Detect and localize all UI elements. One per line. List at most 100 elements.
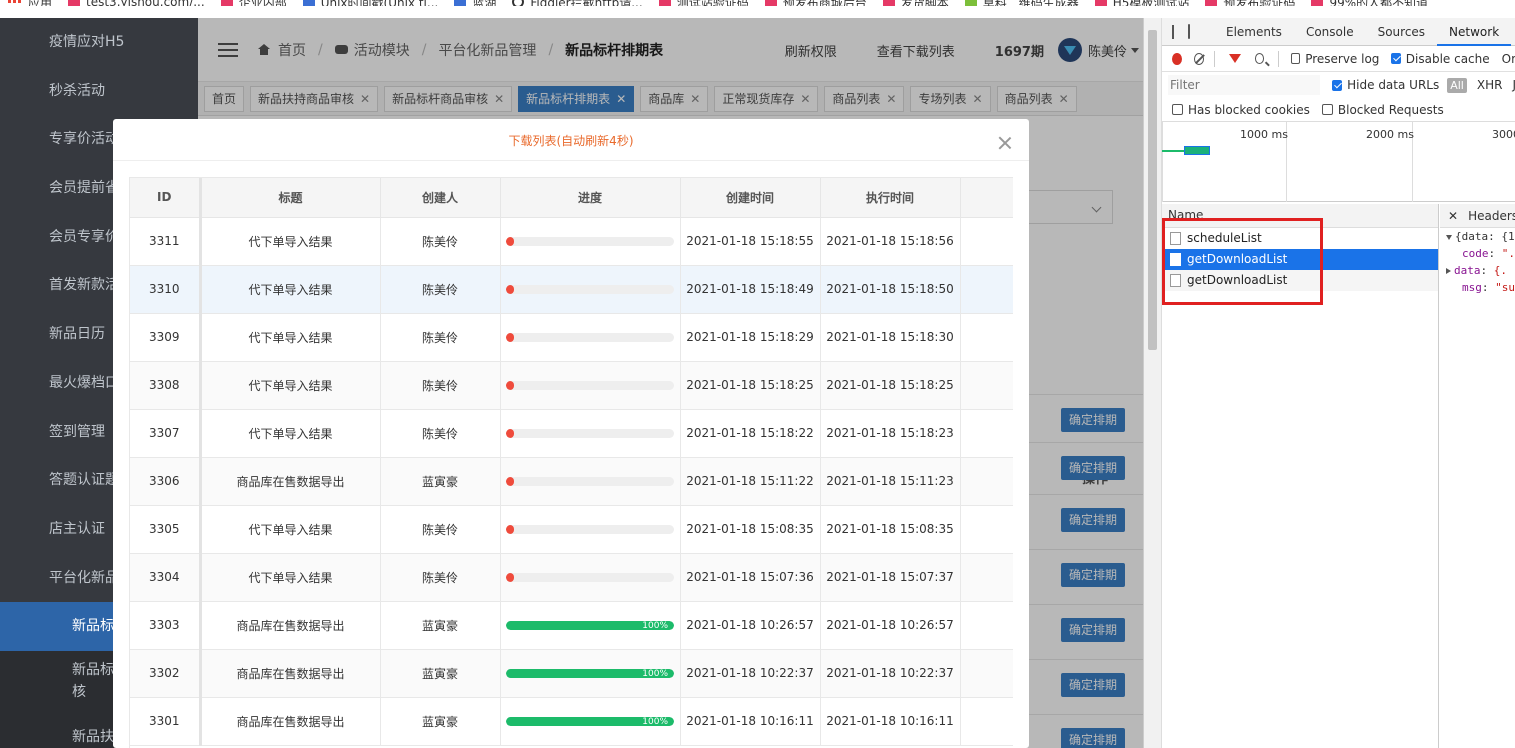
sidebar-item[interactable]: 秒杀活动 [0, 67, 198, 116]
devtools-tab[interactable]: Sources [1366, 18, 1437, 46]
filter-xhr-button[interactable]: XHR [1477, 78, 1503, 92]
breadcrumb-platform[interactable]: 平台化新品管理 [438, 40, 536, 60]
close-icon[interactable]: ✕ [1448, 209, 1458, 223]
chevron-down-icon[interactable] [1131, 47, 1139, 53]
avatar[interactable] [1057, 38, 1082, 62]
preserve-log-checkbox[interactable] [1290, 53, 1301, 64]
filter-input[interactable] [1168, 75, 1320, 95]
page-scrollbar[interactable] [1144, 18, 1162, 748]
close-icon[interactable]: ✕ [800, 92, 810, 106]
column-header[interactable]: 执行时间 [820, 178, 961, 218]
confirm-schedule-button[interactable]: 确定排期 [1061, 563, 1125, 587]
collapse-icon[interactable] [1446, 234, 1452, 240]
confirm-schedule-button[interactable]: 确定排期 [1061, 456, 1125, 480]
table-row[interactable]: 3304 代下单导入结果 陈美伶 2021-01-18 15:07:36 2021-01… [130, 553, 1013, 602]
devtools-tab[interactable]: Console [1294, 18, 1366, 46]
network-timeline[interactable]: 1000 ms 2000 ms 3000 [1162, 122, 1515, 202]
page-tab[interactable]: 新品标杆商品审核 ✕ [384, 85, 513, 112]
close-icon[interactable]: ✕ [360, 92, 370, 106]
breadcrumb-activity[interactable]: 活动模块 [354, 40, 410, 60]
bookmark-item[interactable]: H5模板测试站 [1087, 0, 1198, 6]
confirm-schedule-button[interactable]: 确定排期 [1061, 618, 1125, 642]
json-line[interactable]: msg: "su [1440, 279, 1515, 296]
bookmark-item[interactable]: 企业内部 [213, 0, 295, 6]
table-row[interactable]: 3310 代下单导入结果 陈美伶 2021-01-18 15:18:49 2021-01… [130, 265, 1013, 314]
confirm-schedule-button[interactable]: 确定排期 [1061, 508, 1125, 532]
table-row[interactable]: 3305 代下单导入结果 陈美伶 2021-01-18 15:08:35 2021-01… [130, 505, 1013, 554]
search-icon[interactable] [1254, 53, 1265, 64]
bookmark-item[interactable]: 预发布验证码 [1197, 0, 1303, 6]
column-header[interactable]: 创建时间 [680, 178, 821, 218]
confirm-schedule-button[interactable]: 确定排期 [1061, 728, 1125, 748]
refresh-permission-link[interactable]: 刷新权限 [785, 41, 837, 60]
bookmark-item[interactable]: 测试站验证码 [651, 0, 757, 6]
json-line[interactable]: code: ". [1440, 245, 1515, 262]
table-row[interactable]: 3302 商品库在售数据导出 蓝寅豪 100% 2021-01-18 10:22:37 2… [130, 649, 1013, 698]
table-row[interactable]: 3303 商品库在售数据导出 蓝寅豪 100% 2021-01-18 10:26:57 2… [130, 601, 1013, 650]
bookmark-item[interactable]: 99%的人都不知道 [1303, 0, 1436, 6]
hide-data-urls-checkbox[interactable] [1332, 79, 1343, 91]
record-icon[interactable] [1172, 52, 1182, 65]
device-toolbar-icon[interactable] [1188, 24, 1190, 39]
table-row[interactable]: 3311 代下单导入结果 陈美伶 2021-01-18 15:18:55 2021-01… [130, 217, 1013, 266]
page-tab[interactable]: 商品列表 ✕ [824, 85, 905, 112]
json-line[interactable]: {data: {1 [1440, 228, 1515, 245]
bookmark-item[interactable]: Unix时间戳(Unix ti... [295, 0, 447, 6]
bookmark-item[interactable]: 预发布商城后台 [757, 0, 875, 6]
clear-icon[interactable] [1193, 52, 1204, 65]
close-icon[interactable]: ✕ [494, 92, 504, 106]
expand-icon[interactable] [1446, 268, 1451, 274]
close-icon[interactable]: ✕ [1059, 92, 1069, 106]
menu-toggle-icon[interactable] [218, 42, 238, 57]
blocked-requests-checkbox[interactable] [1321, 104, 1333, 115]
bookmark-item[interactable]: 发货脚本 [875, 0, 957, 6]
page-tab[interactable]: 新品标杆排期表 ✕ [518, 85, 635, 112]
request-row[interactable]: scheduleList [1162, 228, 1438, 249]
page-tab[interactable]: 商品列表 ✕ [996, 85, 1077, 112]
page-tab[interactable]: 商品库 ✕ [640, 85, 709, 112]
user-name[interactable]: 陈美伶 [1088, 41, 1127, 60]
page-tab[interactable]: 正常现货库存 ✕ [714, 85, 819, 112]
json-line[interactable]: data: {. [1440, 262, 1515, 279]
filter-all-button[interactable]: All [1447, 77, 1467, 93]
request-row[interactable]: getDownloadList [1162, 249, 1438, 270]
close-icon[interactable]: ✕ [690, 92, 700, 106]
scrollbar-thumb[interactable] [1148, 30, 1157, 350]
column-header[interactable]: 创建人 [380, 178, 501, 218]
close-icon[interactable]: ✕ [973, 92, 983, 106]
disable-cache-checkbox[interactable] [1391, 53, 1401, 64]
column-header[interactable]: 进度 [500, 178, 681, 218]
bookmark-item[interactable]: 草料二维码生成器 [957, 0, 1087, 6]
table-row[interactable]: 3308 代下单导入结果 陈美伶 2021-01-18 15:18:25 2021-01… [130, 361, 1013, 410]
page-tab[interactable]: 首页 [204, 85, 245, 112]
sidebar-item[interactable]: 疫情应对H5 [0, 18, 198, 67]
inspect-element-icon[interactable] [1172, 24, 1174, 39]
close-icon[interactable]: ✕ [616, 92, 626, 106]
bookmark-item[interactable]: Fiddler拦截http请... [504, 0, 650, 6]
bookmark-item[interactable]: test3.yishou.com/... [60, 0, 213, 6]
download-list-link[interactable]: 查看下载列表 [877, 41, 955, 60]
table-row[interactable]: 3301 商品库在售数据导出 蓝寅豪 100% 2021-01-18 10:16:11 2… [130, 697, 1013, 746]
bookmark-item[interactable]: 蓝湖 [446, 0, 504, 6]
download-table-container[interactable]: ID标题创建人进度创建时间执行时间结 3311代下单导入结果陈美伶2021-01… [129, 177, 1013, 748]
breadcrumb-home[interactable]: 首页 [278, 40, 306, 60]
column-header[interactable]: ID [130, 178, 202, 218]
column-header[interactable]: 结 [960, 178, 1013, 218]
headers-tab[interactable]: Headers [1468, 209, 1515, 223]
filter-icon[interactable] [1228, 54, 1241, 63]
confirm-schedule-button[interactable]: 确定排期 [1061, 673, 1125, 697]
page-tab[interactable]: 新品扶持商品审核 ✕ [250, 85, 379, 112]
request-row[interactable]: getDownloadList [1162, 270, 1438, 291]
column-header[interactable]: 标题 [200, 178, 381, 218]
devtools-tab[interactable]: Or [1511, 18, 1515, 46]
page-tab[interactable]: 专场列表 ✕ [910, 85, 991, 112]
has-blocked-cookies-checkbox[interactable] [1172, 104, 1183, 115]
devtools-tab[interactable]: Elements [1214, 18, 1294, 46]
close-icon[interactable] [998, 136, 1012, 150]
name-column-header[interactable]: Name [1162, 204, 1438, 228]
table-row[interactable]: 3306 商品库在售数据导出 蓝寅豪 2021-01-18 15:11:22 2021-… [130, 457, 1013, 506]
table-row[interactable]: 3307 代下单导入结果 陈美伶 2021-01-18 15:18:22 2021-01… [130, 409, 1013, 458]
confirm-schedule-button[interactable]: 确定排期 [1061, 408, 1125, 432]
bookmark-item[interactable]: 应用 [0, 0, 60, 6]
table-row[interactable]: 3309 代下单导入结果 陈美伶 2021-01-18 15:18:29 2021-01… [130, 313, 1013, 362]
